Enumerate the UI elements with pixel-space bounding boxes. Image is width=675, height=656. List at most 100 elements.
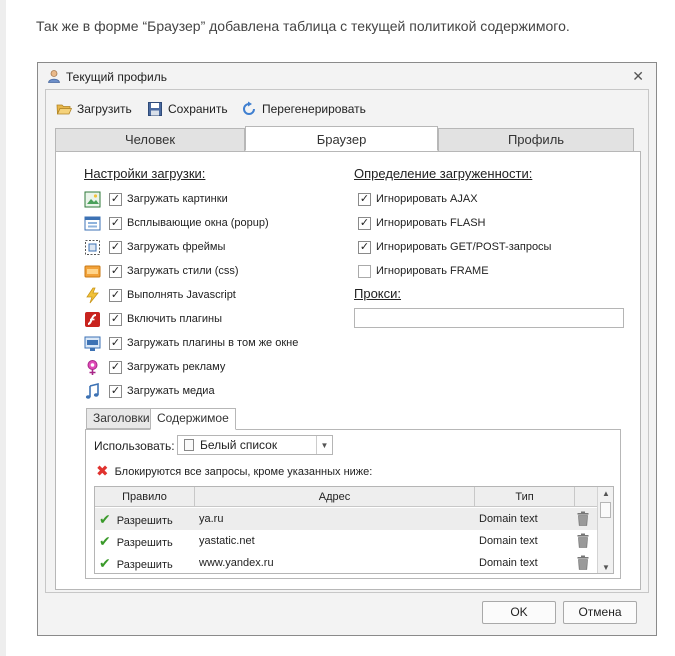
- option-ignore-ajax[interactable]: ✓ Игнорировать AJAX: [358, 189, 478, 209]
- proxy-title: Прокси:: [354, 286, 402, 301]
- ok-button[interactable]: OK: [482, 601, 556, 624]
- column-header-address[interactable]: Адрес: [195, 487, 475, 507]
- option-styles[interactable]: ✓ Загружать стили (css): [84, 261, 239, 281]
- tab-person[interactable]: Человек: [55, 128, 245, 152]
- ignore-frame-checkbox[interactable]: ✓: [358, 264, 371, 278]
- main-tabs: Человек Браузер Профиль: [55, 126, 637, 152]
- load-detect-title: Определение загруженности:: [354, 166, 533, 181]
- option-plugins-same-window[interactable]: ✓ Загружать плагины в том же окне: [84, 333, 298, 353]
- plugins-same-window-checkbox[interactable]: ✓: [109, 336, 122, 350]
- option-load-images[interactable]: ✓ Загружать картинки: [84, 189, 228, 209]
- ignore-ajax-checkbox[interactable]: ✓: [358, 192, 371, 206]
- styles-checkbox[interactable]: ✓: [109, 264, 122, 278]
- save-label: Сохранить: [168, 102, 228, 116]
- subtab-headers[interactable]: Заголовки: [86, 408, 157, 429]
- table-row[interactable]: ✔ Разрешить yastatic.net Domain text: [95, 530, 597, 552]
- rule-text: Разрешить: [116, 537, 173, 549]
- table-scrollbar[interactable]: ▲ ▼: [597, 487, 613, 573]
- address-cell: ya.ru: [199, 513, 224, 525]
- frames-checkbox[interactable]: ✓: [109, 240, 122, 254]
- rule-cell: ✔ Разрешить: [99, 530, 173, 552]
- tab-profile[interactable]: Профиль: [438, 128, 634, 152]
- titlebar: Текущий профиль ✕: [38, 63, 656, 89]
- option-label: Загружать плагины в том же окне: [127, 337, 299, 349]
- ignore-flash-checkbox[interactable]: ✓: [358, 216, 371, 230]
- option-ads[interactable]: ✓ Загружать рекламу: [84, 357, 225, 377]
- load-images-checkbox[interactable]: ✓: [109, 192, 122, 206]
- css-icon: [84, 265, 101, 277]
- music-icon: [85, 382, 99, 399]
- option-popups[interactable]: ✓ Всплывающие окна (popup): [84, 213, 269, 233]
- option-label: Всплывающие окна (popup): [127, 217, 269, 229]
- content-subpanel: Использовать: Белый список ▼ ✖ Блокируют…: [85, 429, 621, 579]
- option-label: Загружать рекламу: [127, 361, 226, 373]
- rule-cell: ✔ Разрешить: [99, 508, 173, 530]
- trash-icon[interactable]: [577, 555, 589, 570]
- option-plugins[interactable]: ✓ Включить плагины: [84, 309, 222, 329]
- ignore-get-post-checkbox[interactable]: ✓: [358, 240, 371, 254]
- scroll-up-arrow-icon[interactable]: ▲: [598, 487, 613, 501]
- rule-text: Разрешить: [116, 559, 173, 571]
- folder-open-icon: [56, 104, 72, 115]
- option-ignore-frame[interactable]: ✓ Игнорировать FRAME: [358, 261, 489, 281]
- address-cell: yastatic.net: [199, 535, 255, 547]
- column-header-type[interactable]: Тип: [475, 487, 575, 507]
- table-row[interactable]: ✔ Разрешить www.yandex.ru Domain text: [95, 552, 597, 573]
- load-label: Загрузить: [77, 102, 132, 116]
- profile-window: Текущий профиль ✕ Загрузить Сохранить Пе…: [37, 62, 657, 636]
- window-body: Загрузить Сохранить Перегенерировать Чел…: [45, 89, 649, 593]
- media-checkbox[interactable]: ✓: [109, 384, 122, 398]
- save-button[interactable]: Сохранить: [147, 100, 228, 118]
- content-subtabs: Заголовки Содержимое: [86, 408, 306, 430]
- scroll-thumb[interactable]: [600, 502, 611, 518]
- list-type-select[interactable]: Белый список ▼: [177, 435, 333, 455]
- chevron-down-icon[interactable]: ▼: [316, 436, 332, 454]
- load-button[interactable]: Загрузить: [56, 100, 132, 118]
- allow-check-icon: ✔: [99, 555, 111, 571]
- user-profile-icon: [48, 70, 60, 83]
- floppy-disk-icon: [148, 102, 162, 116]
- plugins-checkbox[interactable]: ✓: [109, 312, 122, 326]
- address-cell: www.yandex.ru: [199, 557, 274, 569]
- use-label: Использовать:: [94, 439, 175, 453]
- scroll-down-arrow-icon[interactable]: ▼: [598, 561, 613, 573]
- option-label: Загружать фреймы: [127, 241, 226, 253]
- list-type-value: Белый список: [200, 438, 278, 452]
- option-media[interactable]: ✓ Загружать медиа: [84, 381, 215, 401]
- option-label: Выполнять Javascript: [127, 289, 236, 301]
- option-label: Игнорировать FRAME: [376, 265, 489, 277]
- popup-icon: [84, 216, 101, 230]
- page-left-rule: [0, 0, 6, 656]
- column-header-rule[interactable]: Правило: [95, 487, 195, 507]
- regenerate-label: Перегенерировать: [262, 102, 366, 116]
- close-button[interactable]: ✕: [632, 68, 644, 85]
- block-message-text: Блокируются все запросы, кроме указанных…: [114, 465, 373, 478]
- popups-checkbox[interactable]: ✓: [109, 216, 122, 230]
- option-ignore-flash[interactable]: ✓ Игнорировать FLASH: [358, 213, 485, 233]
- ads-checkbox[interactable]: ✓: [109, 360, 122, 374]
- red-x-icon: ✖: [96, 463, 109, 480]
- subtab-content[interactable]: Содержимое: [150, 408, 236, 430]
- proxy-input[interactable]: [354, 308, 624, 328]
- javascript-checkbox[interactable]: ✓: [109, 288, 122, 302]
- option-frames[interactable]: ✓ Загружать фреймы: [84, 237, 225, 257]
- allow-check-icon: ✔: [99, 533, 111, 549]
- option-label: Игнорировать FLASH: [376, 217, 486, 229]
- type-cell: Domain text: [479, 557, 538, 569]
- option-javascript[interactable]: ✓ Выполнять Javascript: [84, 285, 236, 305]
- toolbar: Загрузить Сохранить Перегенерировать: [46, 90, 648, 124]
- table-header: Правило Адрес Тип: [95, 487, 613, 507]
- ad-icon: [87, 359, 98, 375]
- option-label: Загружать медиа: [127, 385, 215, 397]
- trash-icon[interactable]: [577, 511, 589, 526]
- block-message: ✖ Блокируются все запросы, кроме указанн…: [96, 464, 372, 479]
- intro-text: Так же в форме “Браузер” добавлена табли…: [36, 18, 570, 34]
- option-ignore-get-post[interactable]: ✓ Игнорировать GET/POST-запросы: [358, 237, 551, 257]
- tab-browser[interactable]: Браузер: [245, 126, 438, 151]
- trash-icon[interactable]: [577, 533, 589, 548]
- window-plugin-icon: [84, 336, 101, 351]
- table-row[interactable]: ✔ Разрешить ya.ru Domain text: [95, 508, 597, 530]
- cancel-button[interactable]: Отмена: [563, 601, 637, 624]
- regenerate-button[interactable]: Перегенерировать: [241, 100, 366, 118]
- rule-text: Разрешить: [116, 515, 173, 527]
